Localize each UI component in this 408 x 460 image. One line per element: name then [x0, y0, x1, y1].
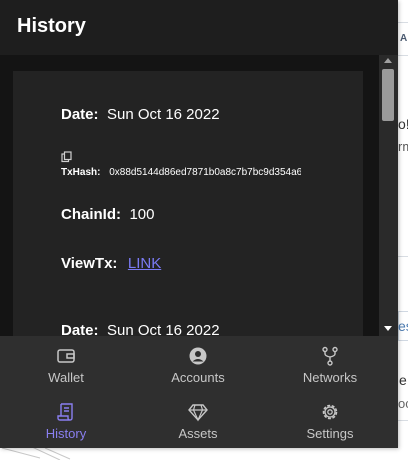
- history-icon: [57, 403, 73, 421]
- nav-label: Networks: [302, 370, 358, 385]
- network-icon: [322, 346, 338, 366]
- history-card: Date: Sun Oct 16 2022 TxHash: 0x88d5144d…: [13, 71, 363, 336]
- nav-label: Accounts: [171, 370, 225, 385]
- background-text: A: [400, 33, 408, 44]
- chainid-label: ChainId:: [61, 206, 121, 223]
- history-date-row: Date: Sun Oct 16 2022: [61, 322, 220, 336]
- history-date-row: Date: Sun Oct 16 2022: [61, 106, 220, 124]
- history-list[interactable]: Date: Sun Oct 16 2022 TxHash: 0x88d5144d…: [0, 55, 398, 336]
- nav-label: Wallet: [48, 370, 84, 385]
- nav-item-history[interactable]: History: [0, 392, 132, 448]
- nav-label: History: [45, 426, 87, 441]
- diamond-icon: [188, 404, 208, 422]
- scroll-up-arrow-icon[interactable]: [384, 58, 392, 63]
- date-label: Date:: [61, 322, 99, 336]
- chainid-value: 100: [129, 206, 155, 223]
- background-text: e: [399, 372, 407, 388]
- background-divider: [398, 22, 408, 23]
- txhash-row: TxHash: 0x88d5144d86ed7871b0a8c7b7bc9d35…: [61, 167, 301, 178]
- viewtx-link[interactable]: LINK: [128, 255, 161, 272]
- background-text: es: [398, 318, 408, 334]
- background-text: o!: [398, 116, 408, 132]
- background-text: oc: [398, 396, 408, 411]
- viewtx-row: ViewTx: LINK: [61, 255, 161, 273]
- background-divider: [398, 420, 408, 421]
- background-text: rm: [398, 139, 408, 154]
- nav-item-wallet[interactable]: Wallet: [0, 336, 132, 392]
- scroll-thumb[interactable]: [382, 69, 394, 121]
- nav-label: Assets: [178, 426, 218, 441]
- nav-item-accounts[interactable]: Accounts: [132, 336, 264, 392]
- date-value: Sun Oct 16 2022: [106, 106, 220, 123]
- page-title: History: [17, 15, 86, 37]
- scroll-down-arrow-icon[interactable]: [384, 326, 392, 331]
- nav-label: Settings: [306, 426, 354, 441]
- txhash-value: 0x88d5144d86ed7871b0a8c7b7bc9d354a6cbd: [109, 167, 301, 178]
- txhash-label: TxHash:: [61, 167, 101, 178]
- date-label: Date:: [61, 106, 99, 123]
- nav-item-settings[interactable]: Settings: [264, 392, 396, 448]
- background-divider: [398, 55, 408, 56]
- chainid-row: ChainId: 100: [61, 206, 154, 224]
- date-value: Sun Oct 16 2022: [106, 322, 220, 336]
- copy-icon[interactable]: [61, 151, 73, 163]
- wallet-popup: History Date: Sun Oct 16 2022 TxHash: 0x…: [0, 0, 398, 448]
- nav-item-networks[interactable]: Networks: [264, 336, 396, 392]
- background-divider: [398, 256, 408, 257]
- scrollbar[interactable]: [379, 55, 398, 336]
- wallet-icon: [57, 349, 75, 363]
- settings-icon: [322, 404, 338, 420]
- viewtx-label: ViewTx:: [61, 255, 118, 272]
- bottom-navigation: Wallet Accounts Networks History Assets …: [0, 336, 398, 448]
- background-doodle: [1, 446, 71, 460]
- header: History: [0, 0, 398, 55]
- nav-item-assets[interactable]: Assets: [132, 392, 264, 448]
- account-icon: [189, 347, 207, 365]
